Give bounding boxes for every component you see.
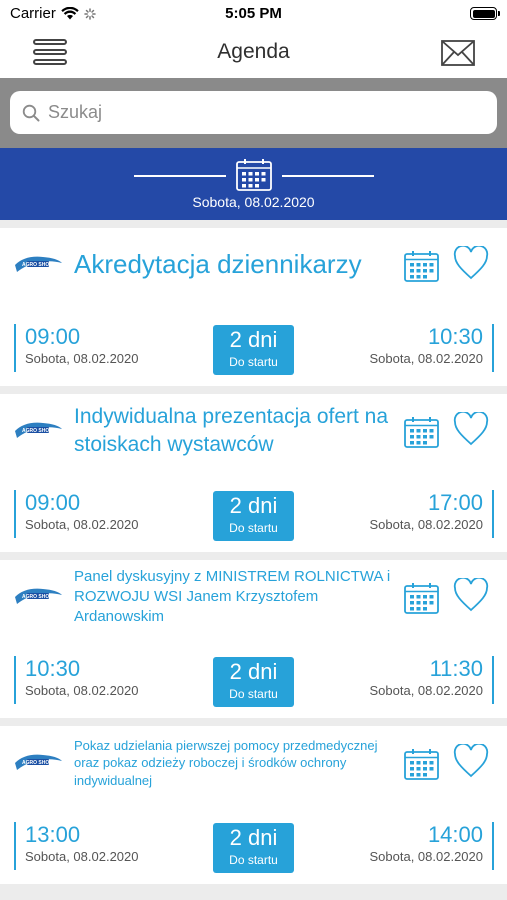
event-title[interactable]: Panel dyskusyjny z MINISTREM ROLNICTWA i… <box>74 560 394 634</box>
event-title[interactable]: Akredytacja dziennikarzy <box>74 228 394 302</box>
countdown-value: 2 dni <box>229 493 278 518</box>
countdown-badge: 2 dni Do startu <box>213 325 294 375</box>
start-date: Sobota, 08.02.2020 <box>25 683 139 698</box>
divider-left <box>134 175 226 177</box>
end-time: 17:00 <box>427 490 483 515</box>
divider-right <box>282 175 374 177</box>
event-card[interactable]: AGRO SHOW Panel dyskusyjny z MINISTREM R… <box>0 560 507 718</box>
calendar-icon[interactable] <box>236 158 272 191</box>
countdown-badge: 2 dni Do startu <box>213 491 294 541</box>
countdown-label: Do startu <box>229 521 278 535</box>
start-date: Sobota, 08.02.2020 <box>25 849 139 864</box>
start-time: 13:00 <box>25 822 81 847</box>
selected-date: Sobota, 08.02.2020 <box>192 194 315 210</box>
start-time: 10:30 <box>25 656 81 681</box>
countdown-label: Do startu <box>229 853 278 867</box>
status-bar: Carrier 5:05 PM <box>0 0 507 28</box>
event-title[interactable]: Pokaz udzielania pierwszej pomocy przedm… <box>74 726 394 800</box>
end-block: 14:00 Sobota, 08.02.2020 <box>369 822 494 870</box>
start-block: 10:30 Sobota, 08.02.2020 <box>14 656 139 704</box>
clock: 5:05 PM <box>225 5 282 22</box>
search-icon <box>22 104 40 121</box>
heart-icon[interactable] <box>453 246 489 280</box>
end-time: 14:00 <box>427 822 483 847</box>
agro-show-logo: AGRO SHOW <box>15 422 62 438</box>
envelope-icon[interactable] <box>441 39 475 67</box>
svg-text:AGRO SHOW: AGRO SHOW <box>22 262 54 268</box>
event-card[interactable]: AGRO SHOW Indywidualna prezentacja ofert… <box>0 394 507 552</box>
calendar-icon[interactable] <box>404 748 439 780</box>
start-time: 09:00 <box>25 490 81 515</box>
countdown-label: Do startu <box>229 687 278 701</box>
end-block: 11:30 Sobota, 08.02.2020 <box>369 656 494 704</box>
agro-show-logo: AGRO SHOW <box>15 754 62 770</box>
event-card[interactable]: AGRO SHOW Pokaz udzielania pierwszej pom… <box>0 726 507 884</box>
start-block: 09:00 Sobota, 08.02.2020 <box>14 490 139 538</box>
date-header: Sobota, 08.02.2020 <box>0 148 507 220</box>
end-date: Sobota, 08.02.2020 <box>369 849 484 864</box>
calendar-icon[interactable] <box>404 416 439 448</box>
svg-text:AGRO SHOW: AGRO SHOW <box>22 760 54 766</box>
event-title[interactable]: Indywidualna prezentacja ofert na stoisk… <box>74 394 394 468</box>
countdown-badge: 2 dni Do startu <box>213 823 294 873</box>
calendar-icon[interactable] <box>404 250 439 282</box>
svg-text:AGRO SHOW: AGRO SHOW <box>22 428 54 434</box>
end-date: Sobota, 08.02.2020 <box>369 351 484 366</box>
start-block: 09:00 Sobota, 08.02.2020 <box>14 324 139 372</box>
countdown-value: 2 dni <box>229 327 278 352</box>
end-time: 10:30 <box>427 324 483 349</box>
countdown-label: Do startu <box>229 355 278 369</box>
heart-icon[interactable] <box>453 744 489 778</box>
end-date: Sobota, 08.02.2020 <box>369 517 484 532</box>
heart-icon[interactable] <box>453 578 489 612</box>
nav-bar: Agenda <box>0 28 507 78</box>
calendar-icon[interactable] <box>404 582 439 614</box>
start-date: Sobota, 08.02.2020 <box>25 351 139 366</box>
countdown-badge: 2 dni Do startu <box>213 657 294 707</box>
agro-show-logo: AGRO SHOW <box>15 588 62 604</box>
search-input[interactable] <box>48 102 468 123</box>
svg-text:AGRO SHOW: AGRO SHOW <box>22 594 54 600</box>
end-date: Sobota, 08.02.2020 <box>369 683 484 698</box>
start-time: 09:00 <box>25 324 81 349</box>
search-bar <box>0 78 507 148</box>
end-block: 17:00 Sobota, 08.02.2020 <box>369 490 494 538</box>
heart-icon[interactable] <box>453 412 489 446</box>
search-box[interactable] <box>10 91 497 134</box>
countdown-value: 2 dni <box>229 659 278 684</box>
countdown-value: 2 dni <box>229 825 278 850</box>
end-block: 10:30 Sobota, 08.02.2020 <box>369 324 494 372</box>
battery-icon <box>470 7 500 20</box>
end-time: 11:30 <box>429 656 483 681</box>
agro-show-logo: AGRO SHOW <box>15 256 62 272</box>
page-title: Agenda <box>217 40 290 63</box>
start-block: 13:00 Sobota, 08.02.2020 <box>14 822 139 870</box>
start-date: Sobota, 08.02.2020 <box>25 517 139 532</box>
event-card[interactable]: AGRO SHOW Akredytacja dziennikarzy 09:00… <box>0 228 507 386</box>
